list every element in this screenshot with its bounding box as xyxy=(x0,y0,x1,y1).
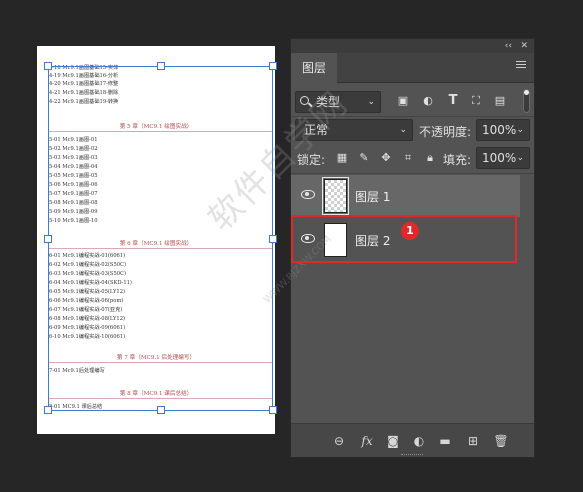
lock-image-pixels-icon[interactable]: ✎ xyxy=(357,151,371,165)
panel-menu-icon[interactable] xyxy=(516,61,526,70)
doc-line: 4-20 Mc9.1画图基础17-修整 xyxy=(49,81,119,87)
divider xyxy=(49,362,273,363)
doc-line: 4-21 Mc9.1画图基础18-删除 xyxy=(49,90,119,96)
lock-position-icon[interactable]: ✥ xyxy=(379,151,393,165)
close-icon[interactable]: ✕ xyxy=(520,39,528,53)
link-layers-icon[interactable]: ⊖ xyxy=(331,433,347,449)
doc-line: 6-05 Mc9.1编程实战-05(LY12) xyxy=(49,289,126,295)
doc-line: 4-18 Mc9.1画图基础15-实体 xyxy=(49,65,119,71)
divider xyxy=(49,248,273,249)
doc-line: 6-10 Mc9.1编程实战-10(6061) xyxy=(49,334,126,340)
doc-line: 5-06 Mc9.1画图-06 xyxy=(49,182,98,188)
doc-line: 5-04 Mc9.1画图-04 xyxy=(49,164,98,170)
doc-line: 4-22 Mc9.1画图基础19-转换 xyxy=(49,99,119,105)
pixel-layer-filter-icon[interactable]: ▣ xyxy=(396,94,410,108)
doc-line: 6-03 Mc9.1编程实战-03(S50C) xyxy=(49,271,127,277)
chapter-heading: 第 8 章（MC9.1 课后总结） xyxy=(119,391,193,397)
fx-icon[interactable]: fx xyxy=(359,433,375,449)
panel-footer: ⊖ fx ◙ ◐ ▬ ⊞ 🗑︎ xyxy=(291,423,534,457)
opacity-label: 不透明度: xyxy=(419,125,472,139)
collapse-icon[interactable]: ‹‹ xyxy=(505,39,512,53)
resize-grip[interactable] xyxy=(401,454,423,456)
doc-line: 5-07 Mc9.1画图-07 xyxy=(49,191,98,197)
doc-line: 5-03 Mc9.1画图-03 xyxy=(49,155,98,161)
chevron-down-icon: ⌄ xyxy=(367,97,375,107)
trash-icon[interactable]: 🗑︎ xyxy=(493,433,509,449)
doc-line: 6-04 Mc9.1编程实战-04(SKD-11) xyxy=(49,280,132,286)
doc-line: 5-05 Mc9.1画图-05 xyxy=(49,173,98,179)
doc-line: 5-01 Mc9.1画图-01 xyxy=(49,137,98,143)
adjustment-layer-icon[interactable]: ◐ xyxy=(411,433,427,449)
eye-icon[interactable] xyxy=(301,190,315,199)
divider xyxy=(49,398,273,399)
chevron-down-icon: ⌄ xyxy=(399,125,407,135)
shape-layer-filter-icon[interactable]: ⛶ xyxy=(469,94,483,108)
doc-line: 4-19 Mc9.1画图基础16-分析 xyxy=(49,73,119,79)
panel-tabbar: 图层 xyxy=(291,53,534,83)
doc-line: 8-01 MC9.1 课后总结 xyxy=(49,404,103,410)
divider xyxy=(291,173,534,174)
doc-line: 5-09 Mc9.1画图-09 xyxy=(49,209,98,215)
fill-label: 填充: xyxy=(443,153,472,167)
new-layer-icon[interactable]: ⊞ xyxy=(465,433,481,449)
new-group-icon[interactable]: ▬ xyxy=(437,433,453,449)
chapter-heading: 第 7 章（MC9.1 后处理编写） xyxy=(116,355,196,361)
doc-line: 6-07 Mc9.1编程实战-07(亚克) xyxy=(49,307,123,313)
layer-name[interactable]: 图层 1 xyxy=(355,188,390,205)
adjustment-layer-filter-icon[interactable]: ◐ xyxy=(421,94,435,108)
lock-all-icon[interactable]: 🔒︎ xyxy=(423,151,437,165)
step-badge: 1 xyxy=(401,222,419,240)
filter-toggle[interactable] xyxy=(523,89,530,113)
doc-line: 6-09 Mc9.1编程实战-09(6061) xyxy=(49,325,126,331)
doc-line: 7-01 Mc9.1后处理编写 xyxy=(49,368,105,374)
highlight-box xyxy=(291,215,517,263)
lock-artboard-icon[interactable]: ⌗ xyxy=(401,151,415,165)
opacity-value: 100% xyxy=(482,123,517,137)
add-mask-icon[interactable]: ◙ xyxy=(385,433,401,449)
type-layer-filter-icon[interactable]: T xyxy=(446,94,460,108)
lock-transparent-pixels-icon[interactable]: ▦ xyxy=(335,151,349,165)
chapter-heading: 第 5 章（MC9.1 绘图实战） xyxy=(119,124,193,130)
chevron-down-icon: ⌄ xyxy=(516,153,524,163)
layer-thumbnail xyxy=(322,177,349,215)
divider xyxy=(49,131,273,132)
tab-layers[interactable]: 图层 xyxy=(291,53,337,83)
doc-line: 6-01 Mc9.1编程实战-01(6061) xyxy=(49,253,126,259)
panel-titlebar: ‹‹ ✕ xyxy=(291,39,534,53)
fill-value: 100% xyxy=(482,151,517,165)
doc-line: 6-02 Mc9.1编程实战-02(S50C) xyxy=(49,262,127,268)
doc-line: 5-02 Mc9.1画图-02 xyxy=(49,146,98,152)
document-canvas[interactable]: 4-18 Mc9.1画图基础15-实体 4-19 Mc9.1画图基础16-分析 … xyxy=(37,46,275,434)
smart-object-filter-icon[interactable]: ▤ xyxy=(493,94,507,108)
doc-line: 5-08 Mc9.1画图-08 xyxy=(49,200,98,206)
layer-row-1[interactable]: 图层 1 xyxy=(291,175,520,217)
opacity-input[interactable]: 100% ⌄ xyxy=(476,119,530,141)
chevron-down-icon: ⌄ xyxy=(516,125,524,135)
doc-line: 6-08 Mc9.1编程实战-08(LY12) xyxy=(49,316,126,322)
fill-input[interactable]: 100% ⌄ xyxy=(476,147,530,169)
chapter-heading: 第 6 章（MC9.1 绘图实战） xyxy=(119,241,193,247)
doc-line: 5-10 Mc9.1画图-10 xyxy=(49,218,98,224)
doc-line: 6-06 Mc9.1编程实战-06(pom) xyxy=(49,298,124,304)
